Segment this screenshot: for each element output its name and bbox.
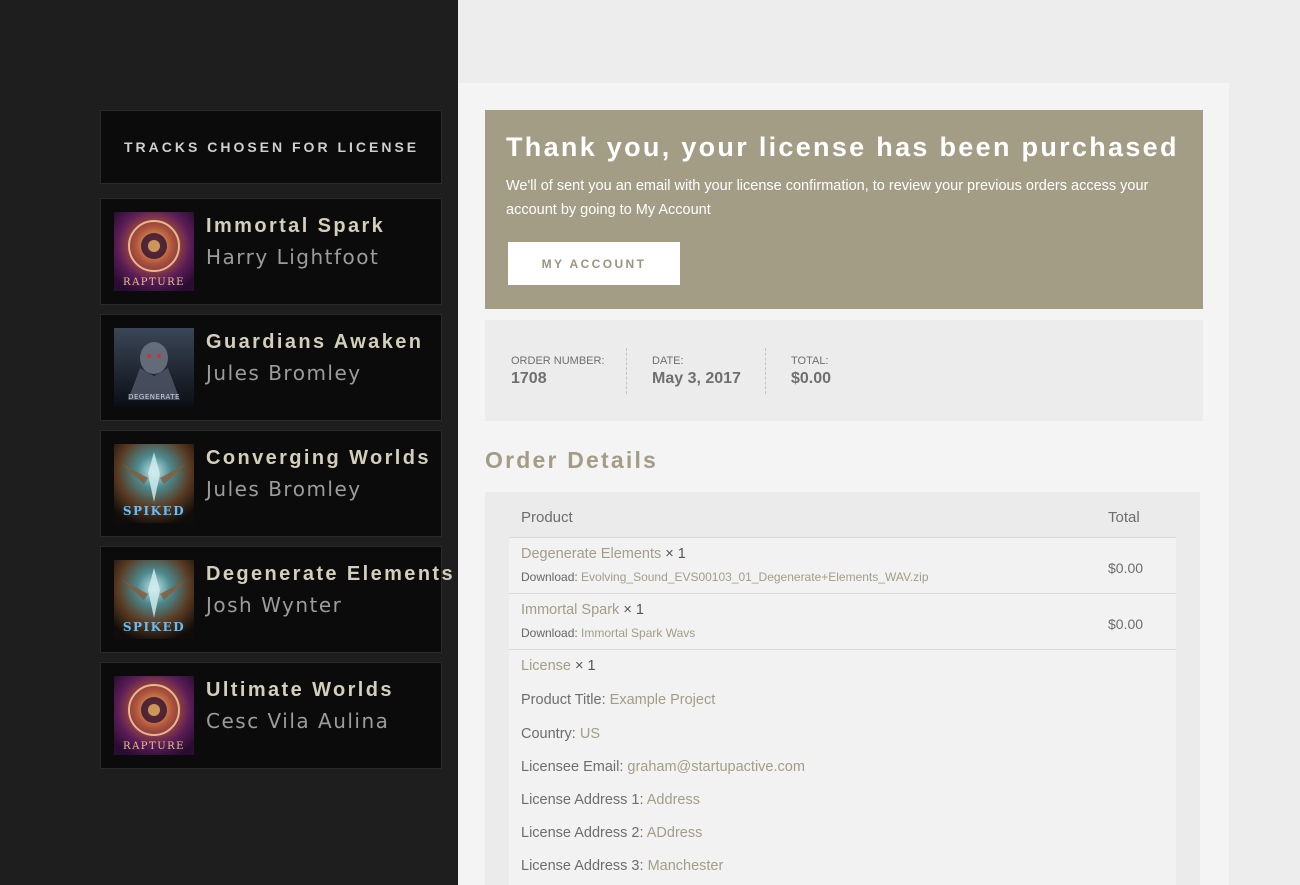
table-header-row: Product Total: [509, 492, 1176, 538]
svg-text:DEGENERATE: DEGENERATE: [128, 393, 180, 401]
order-total: TOTAL: $0.00: [765, 348, 831, 394]
download-label: Download:: [521, 626, 578, 640]
my-account-button[interactable]: MY ACCOUNT: [508, 242, 680, 285]
table-row: Degenerate Elements × 1 Download: Evolvi…: [509, 538, 1176, 594]
order-total-label: TOTAL:: [791, 355, 829, 367]
column-header-product: Product: [521, 509, 573, 526]
download-label: Download:: [521, 570, 578, 584]
download-link[interactable]: Immortal Spark Wavs: [581, 626, 695, 640]
purchase-success-banner: Thank you, your license has been purchas…: [485, 110, 1203, 309]
sidebar-header-title: TRACKS CHOSEN FOR LICENSE: [124, 139, 420, 155]
order-details-heading: Order Details: [485, 447, 659, 473]
svg-text:SPIKED: SPIKED: [123, 620, 185, 634]
svg-text:RAPTURE: RAPTURE: [123, 741, 185, 752]
product-cell: Degenerate Elements × 1: [521, 546, 686, 562]
svg-text:RAPTURE: RAPTURE: [123, 277, 185, 288]
svg-text:SPIKED: SPIKED: [123, 504, 185, 518]
order-details-table: Product Total Degenerate Elements × 1 Do…: [485, 492, 1200, 885]
track-item[interactable]: SPIKED Converging Worlds Jules Bromley: [100, 430, 442, 537]
spiked-album-art-icon: SPIKED: [114, 444, 194, 523]
order-date-label: DATE:: [652, 355, 684, 367]
product-link[interactable]: Immortal Spark: [521, 602, 619, 618]
product-quantity: × 1: [665, 546, 686, 562]
download-line: Download: Immortal Spark Wavs: [521, 626, 695, 640]
track-item[interactable]: SPIKED Degenerate Elements Josh Wynter: [100, 546, 453, 653]
track-item[interactable]: DEGENERATE Guardians Awaken Jules Bromle…: [100, 314, 442, 421]
order-number-value: 1708: [511, 370, 547, 387]
rapture-album-art-icon: RAPTURE: [114, 676, 194, 755]
field-label: Licensee Email:: [521, 759, 624, 775]
track-title: Ultimate Worlds: [206, 679, 394, 701]
track-title: Guardians Awaken: [206, 331, 424, 353]
degenerate-album-art-icon: DEGENERATE: [114, 328, 194, 407]
license-field-address-3: License Address 3: Manchester: [521, 858, 723, 874]
track-artist: Cesc Vila Aulina: [206, 709, 390, 733]
order-total-value: $0.00: [791, 370, 832, 387]
track-artist: Jules Bromley: [206, 361, 362, 385]
field-value: graham@startupactive.com: [627, 759, 805, 775]
field-label: License Address 2:: [521, 825, 644, 841]
order-date: DATE: May 3, 2017: [626, 348, 741, 394]
product-quantity: × 1: [623, 602, 644, 618]
line-total: $0.00: [1108, 560, 1144, 576]
product-quantity: × 1: [575, 658, 596, 674]
order-summary: ORDER NUMBER: 1708 DATE: May 3, 2017 TOT…: [485, 320, 1203, 421]
track-artist: Josh Wynter: [206, 593, 343, 617]
field-label: License Address 1:: [521, 792, 644, 808]
track-title: Immortal Spark: [206, 215, 386, 237]
track-artist: Jules Bromley: [206, 477, 362, 501]
tracks-sidebar: TRACKS CHOSEN FOR LICENSE RAPTURE Immort…: [0, 0, 458, 885]
table-row: Immortal Spark × 1 Download: Immortal Sp…: [509, 594, 1176, 650]
license-link[interactable]: License: [521, 658, 571, 674]
order-confirmation-panel: Thank you, your license has been purchas…: [458, 83, 1229, 885]
track-item[interactable]: RAPTURE Ultimate Worlds Cesc Vila Aulina: [100, 662, 442, 769]
field-value: Example Project: [609, 692, 716, 708]
license-field-address-2: License Address 2: ADdress: [521, 825, 702, 841]
field-label: Country:: [521, 726, 576, 742]
field-label: Product Title:: [521, 692, 606, 708]
track-title: Degenerate Elements: [206, 563, 456, 585]
field-value: Manchester: [647, 858, 724, 874]
column-header-total: Total: [1108, 509, 1140, 526]
product-cell: Immortal Spark × 1: [521, 602, 644, 618]
license-field-address-1: License Address 1: Address: [521, 792, 700, 808]
sidebar-header: TRACKS CHOSEN FOR LICENSE: [100, 110, 442, 184]
product-link[interactable]: Degenerate Elements: [521, 546, 661, 562]
license-field-country: Country: US: [521, 726, 600, 742]
download-line: Download: Evolving_Sound_EVS00103_01_Deg…: [521, 570, 929, 584]
download-link[interactable]: Evolving_Sound_EVS00103_01_Degenerate+El…: [581, 570, 928, 584]
track-item[interactable]: RAPTURE Immortal Spark Harry Lightfoot: [100, 198, 442, 305]
order-date-value: May 3, 2017: [652, 370, 741, 387]
order-details-table-body: Product Total Degenerate Elements × 1 Do…: [509, 492, 1176, 885]
field-value: Address: [646, 792, 700, 808]
field-value: ADdress: [646, 825, 703, 841]
spiked-album-art-icon: SPIKED: [114, 560, 194, 639]
track-title: Converging Worlds: [206, 447, 431, 469]
license-row: License × 1 Product Title: Example Proje…: [509, 650, 1176, 885]
field-label: License Address 3:: [521, 858, 644, 874]
track-artist: Harry Lightfoot: [206, 245, 380, 269]
order-number: ORDER NUMBER: 1708: [485, 348, 605, 394]
rapture-album-art-icon: RAPTURE: [114, 212, 194, 291]
product-cell: License × 1: [521, 658, 596, 674]
line-total: $0.00: [1108, 616, 1144, 632]
banner-title: Thank you, your license has been purchas…: [506, 132, 1179, 162]
order-number-label: ORDER NUMBER:: [511, 355, 605, 367]
banner-message: We'll of sent you an email with your lic…: [506, 178, 1149, 218]
license-field-product-title: Product Title: Example Project: [521, 692, 715, 708]
field-value: US: [579, 726, 600, 742]
license-field-email: Licensee Email: graham@startupactive.com: [521, 759, 805, 775]
